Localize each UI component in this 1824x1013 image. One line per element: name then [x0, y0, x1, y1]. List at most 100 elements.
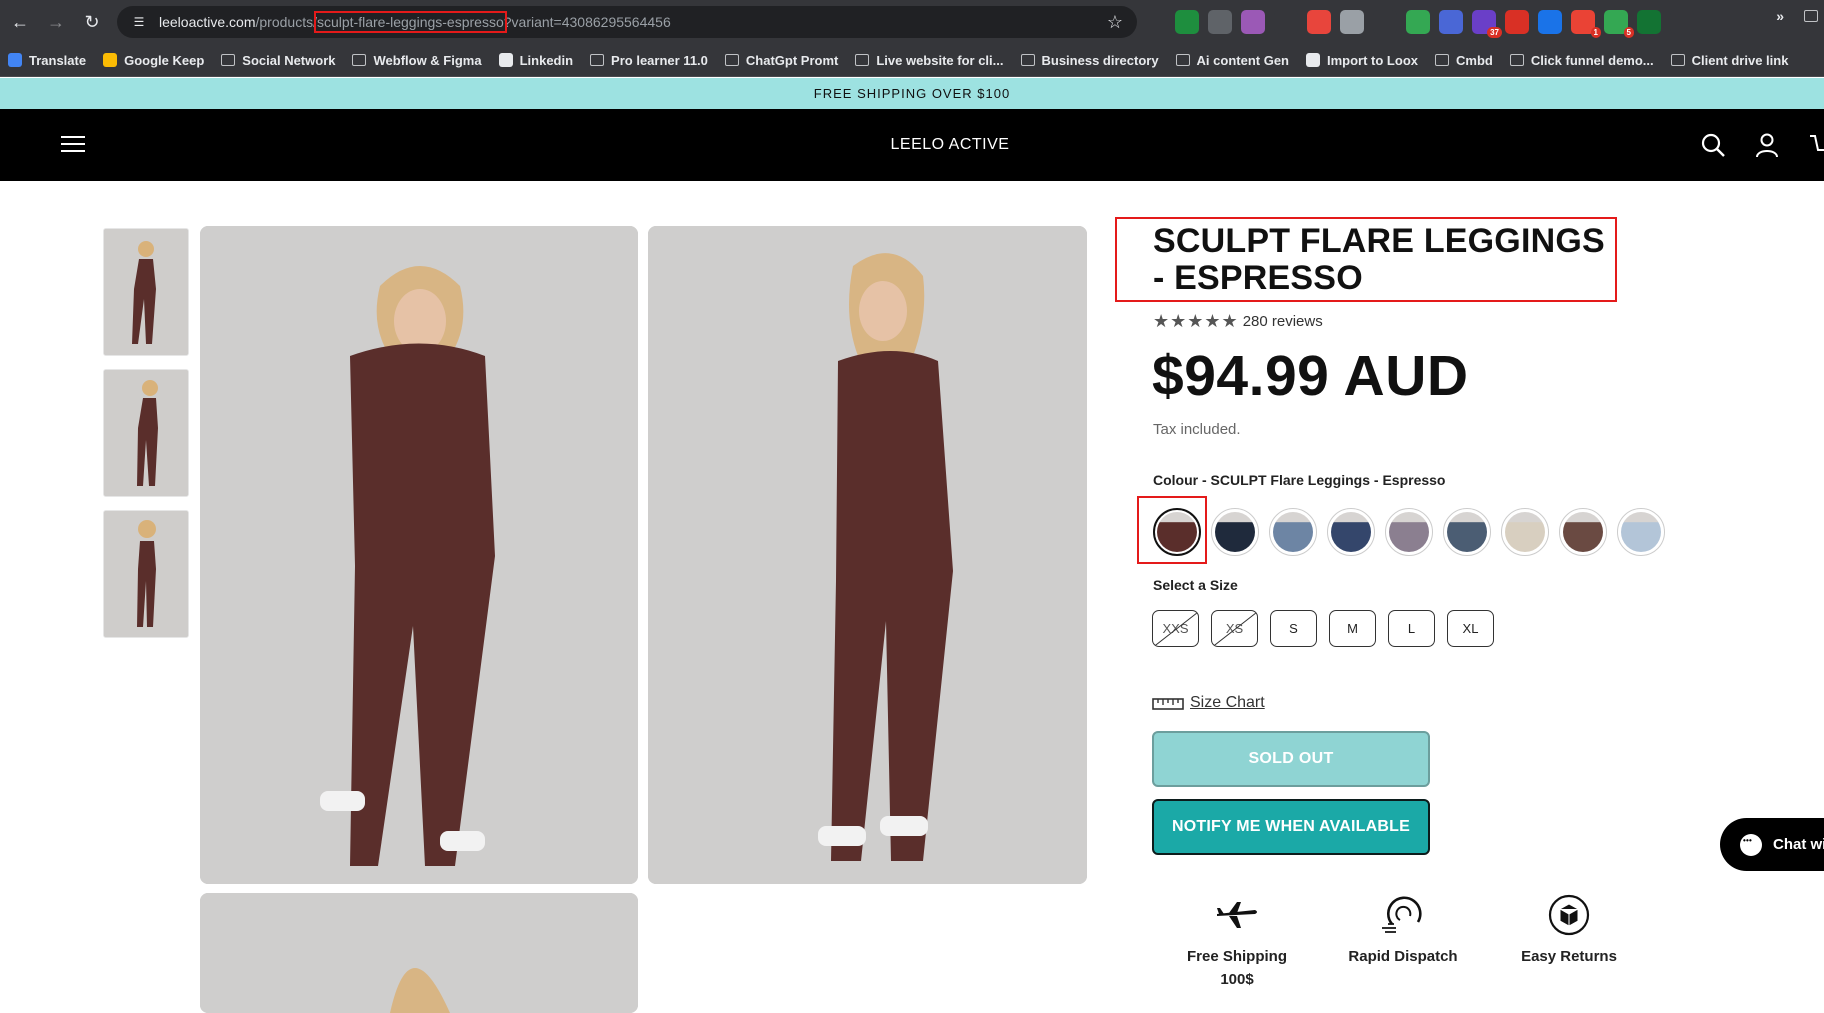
download-ext-icon[interactable]	[1538, 10, 1562, 34]
address-bar[interactable]: ☰ leeloactive.com/products/sculpt-flare-…	[117, 6, 1137, 38]
size-chart-label: Size Chart	[1190, 694, 1265, 711]
search-icon[interactable]	[1699, 131, 1727, 159]
purple-ext-icon[interactable]: 37	[1472, 10, 1502, 38]
all-bookmarks-folder-icon[interactable]	[1804, 10, 1818, 22]
bookmark-item[interactable]: Ai content Gen	[1175, 53, 1289, 68]
folder-icon	[1509, 54, 1524, 66]
thumbnail-1[interactable]	[103, 228, 189, 356]
cart-icon[interactable]	[1808, 131, 1824, 159]
grey-ext-icon[interactable]	[1340, 10, 1364, 34]
extension-badge: 37	[1487, 27, 1502, 38]
size-label: Select a Size	[1153, 577, 1238, 593]
bookmark-label: Webflow & Figma	[373, 52, 482, 68]
colour-swatch[interactable]	[1327, 508, 1375, 556]
bookmark-label: Translate	[29, 52, 87, 68]
colour-swatch-selected[interactable]	[1153, 508, 1201, 556]
red-shield-ext-icon[interactable]	[1505, 10, 1529, 34]
thumbnail-3[interactable]	[103, 510, 189, 638]
cart-ext-icon[interactable]	[1406, 10, 1430, 34]
green-ext-icon[interactable]	[1175, 10, 1199, 34]
folder-icon	[1435, 54, 1449, 66]
site-settings-icon[interactable]: ☰	[131, 14, 147, 30]
thumbnail-2[interactable]	[103, 369, 189, 497]
back-button[interactable]: ←	[2, 0, 38, 44]
bookmark-item[interactable]: Click funnel demo...	[1509, 52, 1654, 68]
product-photo-side[interactable]	[648, 226, 1087, 884]
extensions-bar: 37 1 5	[1175, 10, 1694, 38]
ruler-icon	[1152, 698, 1184, 710]
gear-ext-icon[interactable]	[1439, 10, 1463, 34]
folder-icon	[855, 54, 870, 66]
bookmarks-bar: Translate Google Keep Social Network Webflo…	[0, 44, 1824, 77]
product-photo-front[interactable]	[200, 226, 638, 884]
colour-swatch[interactable]	[1443, 508, 1491, 556]
red-tool-ext-icon[interactable]	[1307, 10, 1331, 34]
perk-free-shipping: Free Shipping 100$	[1167, 890, 1307, 988]
bookmark-label: Google Keep	[124, 52, 205, 68]
pen-ext-icon[interactable]	[1241, 10, 1265, 34]
bookmark-item[interactable]: Webflow & Figma	[352, 52, 482, 68]
bookmark-item[interactable]: Client drive link	[1670, 52, 1789, 68]
sold-out-button[interactable]: SOLD OUT	[1152, 731, 1430, 787]
bookmark-favicon-icon	[1306, 53, 1320, 67]
bookmark-item[interactable]: Business directory	[1020, 53, 1159, 68]
url-text[interactable]: leeloactive.com/products/sculpt-flare-le…	[159, 11, 671, 33]
wordpress-ext-icon[interactable]	[1373, 10, 1397, 34]
perk-label: Rapid Dispatch	[1348, 948, 1458, 965]
stack-ext-icon[interactable]: 5	[1604, 10, 1634, 38]
size-option-xl[interactable]: XL	[1447, 610, 1494, 647]
product-price: $94.99 AUD	[1152, 344, 1469, 408]
bookmarks-overflow-button[interactable]: »	[1776, 8, 1784, 24]
reload-button[interactable]: ↻	[74, 0, 110, 44]
bookmark-item[interactable]: Google Keep	[103, 53, 204, 68]
puzzle-ext-icon[interactable]	[1670, 10, 1694, 34]
bookmark-label: Click funnel demo...	[1530, 52, 1654, 68]
bookmark-item[interactable]: Linkedin	[498, 53, 573, 68]
chat-widget-button[interactable]: Chat wi	[1720, 818, 1824, 871]
size-option-xs[interactable]: XS	[1211, 610, 1258, 647]
forward-button[interactable]: →	[38, 0, 74, 44]
review-count[interactable]: 280 reviews	[1243, 313, 1323, 330]
bookmark-item[interactable]: Translate	[8, 53, 86, 68]
folder-icon	[1175, 54, 1190, 66]
size-option-xxs[interactable]: XXS	[1152, 610, 1199, 647]
bookmark-item[interactable]: Pro learner 11.0	[590, 53, 708, 68]
bookmark-item[interactable]: Live website for cli...	[855, 52, 1004, 68]
camera-ext-icon[interactable]	[1208, 10, 1232, 34]
size-option-s[interactable]: S	[1270, 610, 1317, 647]
bookmark-label: Client drive link	[1691, 52, 1789, 68]
bookmark-item[interactable]: ChatGpt Promt	[724, 53, 838, 68]
teal-ext-icon[interactable]	[1637, 10, 1661, 34]
font-ext-icon[interactable]	[1274, 10, 1298, 34]
bookmark-label: Pro learner 11.0	[611, 52, 708, 68]
tax-note: Tax included.	[1153, 421, 1241, 438]
perk-label: Easy Returns	[1521, 948, 1617, 965]
bookmark-item[interactable]: Cmbd	[1435, 53, 1493, 68]
brand-logo[interactable]: LEELO ACTIVE	[0, 136, 1824, 154]
product-rating[interactable]: ★★★★★ 280 reviews	[1153, 311, 1323, 332]
airplane-icon	[1217, 902, 1257, 928]
bookmark-favicon-icon	[8, 53, 22, 67]
notify-me-button[interactable]: NOTIFY ME WHEN AVAILABLE	[1152, 799, 1430, 855]
colour-swatch[interactable]	[1617, 508, 1665, 556]
bookmark-label: Import to Loox	[1327, 52, 1418, 68]
product-photo-back[interactable]	[200, 893, 638, 1013]
colour-swatch[interactable]	[1211, 508, 1259, 556]
size-option-m[interactable]: M	[1329, 610, 1376, 647]
bookmark-item[interactable]: Social Network	[221, 53, 335, 68]
perk-easy-returns: Easy Returns	[1499, 890, 1639, 965]
colour-swatch[interactable]	[1559, 508, 1607, 556]
account-icon[interactable]	[1753, 131, 1781, 159]
bookmark-item[interactable]: Import to Loox	[1306, 53, 1418, 68]
bookmark-star-icon[interactable]: ☆	[1107, 12, 1123, 33]
notify-ext-icon[interactable]: 1	[1571, 10, 1601, 38]
folder-icon	[352, 54, 367, 66]
colour-swatch[interactable]	[1269, 508, 1317, 556]
size-option-l[interactable]: L	[1388, 610, 1435, 647]
colour-swatch[interactable]	[1385, 508, 1433, 556]
folder-icon	[221, 54, 236, 66]
bookmark-label: Live website for cli...	[876, 52, 1004, 68]
colour-swatch[interactable]	[1501, 508, 1549, 556]
url-path: /products/	[255, 14, 317, 30]
size-chart-link[interactable]: Size Chart	[1152, 694, 1265, 712]
